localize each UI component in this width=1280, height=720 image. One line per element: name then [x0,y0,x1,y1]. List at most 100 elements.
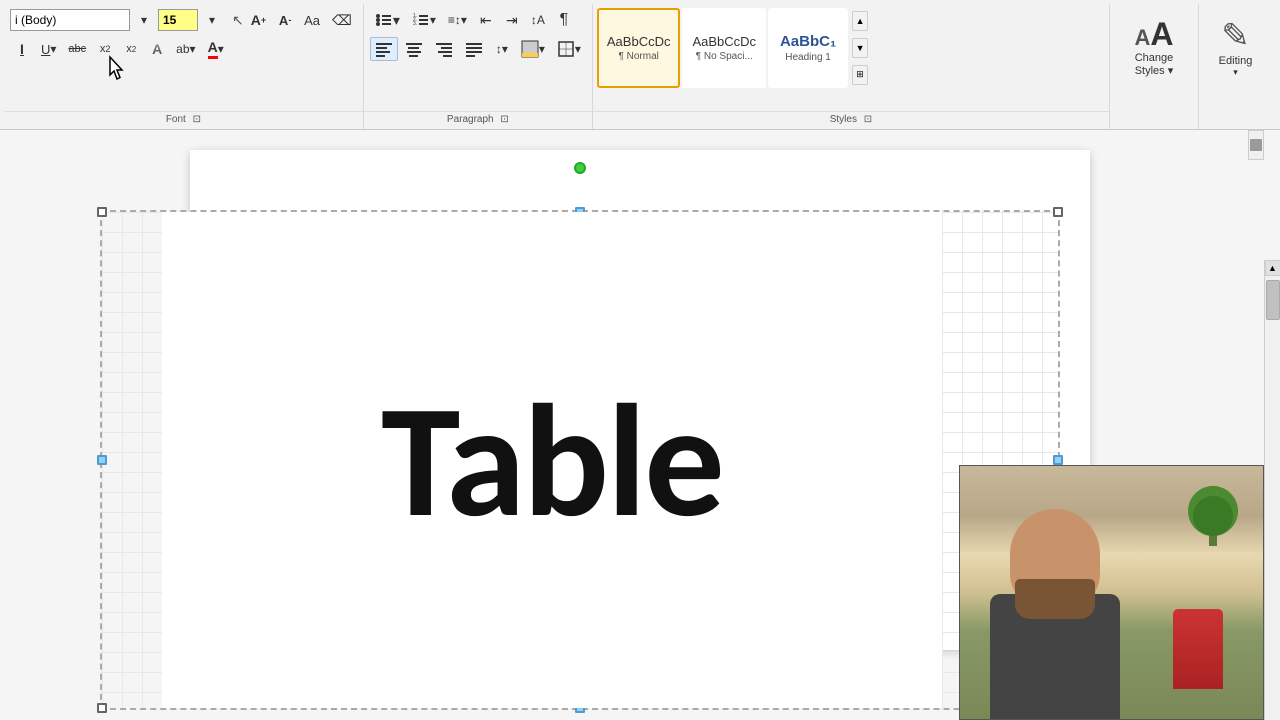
justify-button[interactable] [460,37,488,61]
style-normal[interactable]: AaBbCcDc ¶ Normal [597,8,681,88]
align-left-button[interactable] [370,37,398,61]
highlight-icon: ab [176,42,189,56]
change-styles-icon: AA [1135,18,1174,50]
editing-dropdown-arrow: ▾ [1233,67,1238,78]
highlight-button[interactable]: ab▾ [171,37,200,61]
change-styles-button[interactable]: AA ChangeStyles ▾ [1114,8,1194,88]
increase-indent-button[interactable]: ⇥ [500,8,524,32]
line-spacing-button[interactable]: ↕▾ [490,37,514,61]
style-heading1[interactable]: AaBbC₁ Heading 1 [768,8,848,88]
change-styles-label: ChangeStyles ▾ [1135,52,1174,78]
paragraph-group: ▾ 1. 2. 3. ▾ ≡↕▾ ⇤ ⇥ ↕A ¶ [364,4,593,129]
gallery-scroll-up[interactable]: ▲ [852,11,868,31]
bullets-icon [375,11,393,29]
numbering-icon: 1. 2. 3. [412,11,430,29]
scroll-top-button[interactable] [1248,130,1264,160]
scroll-up-arrow[interactable]: ▲ [1265,260,1280,276]
grow-font-button[interactable]: A+ [246,8,271,32]
borders-button[interactable]: ▾ [552,37,586,61]
style-nospacing-preview: AaBbCcDc [692,34,756,49]
scroll-icon [1249,138,1263,152]
change-styles-area: AA ChangeStyles ▾ [1110,4,1199,129]
align-left-icon [375,40,393,58]
table-heading-text: Table [381,363,723,558]
handle-bottom-left[interactable] [97,703,107,713]
decrease-indent-button[interactable]: ⇤ [474,8,498,32]
paragraph-group-expand[interactable]: ⊡ [500,114,508,125]
person-silhouette [980,499,1140,719]
justify-icon [465,40,483,58]
align-center-icon [405,40,423,58]
font-group-label: Font ⊡ [4,111,363,125]
plant-decoration [1183,486,1243,566]
ribbon-toolbar: i (Body) ▾ 15 ▾ ↖ A+ A- Aa ⌫ I U▾ abc x2 [0,0,1280,130]
svg-text:3.: 3. [413,21,417,27]
editing-icon: ✎ [1221,19,1250,53]
font-color-button[interactable]: A▾ [203,37,229,61]
align-right-button[interactable] [430,37,458,61]
font-row2: I U▾ abc x2 x2 A ab▾ A▾ [10,37,357,61]
multilevel-list-button[interactable]: ≡↕▾ [443,8,472,32]
gallery-expand[interactable]: ⊞ [852,65,868,85]
table-content: Table [162,212,942,708]
underline-button[interactable]: U▾ [36,37,61,61]
rotation-handle[interactable] [574,162,586,174]
style-no-spacing[interactable]: AaBbCcDc ¶ No Spaci... [682,8,766,88]
shrink-font-button[interactable]: A- [273,8,297,32]
strikethrough-icon: abc [68,43,86,55]
document-area: ▲ ▼ Table [0,130,1280,720]
gallery-scroll-down[interactable]: ▼ [852,38,868,58]
styles-group: AaBbCcDc ¶ Normal AaBbCcDc ¶ No Spaci...… [593,4,1110,129]
style-heading1-label: Heading 1 [785,52,831,63]
handle-top-left[interactable] [97,207,107,217]
font-group-expand[interactable]: ⊡ [193,114,201,125]
para-row1: ▾ 1. 2. 3. ▾ ≡↕▾ ⇤ ⇥ ↕A ¶ [370,8,586,32]
text-effects-button[interactable]: A [145,37,169,61]
underline-icon: U [41,42,50,57]
strikethrough-button[interactable]: abc [63,37,91,61]
red-toy [1173,609,1223,689]
subscript-button[interactable]: x2 [93,37,117,61]
editing-area: ✎ Editing ▾ [1199,4,1276,129]
gallery-scroll: ▲ ▼ ⊞ [852,8,868,88]
bullets-button[interactable]: ▾ [370,8,405,32]
person-beard [1015,579,1095,619]
scroll-thumb[interactable] [1266,280,1280,320]
font-size-dropdown[interactable]: ▾ [200,8,224,32]
style-normal-preview: AaBbCcDc [607,34,671,49]
numbering-button[interactable]: 1. 2. 3. ▾ [407,8,441,32]
bold-button[interactable]: I [10,37,34,61]
borders-icon [557,40,575,58]
font-row1: i (Body) ▾ 15 ▾ ↖ A+ A- Aa ⌫ [10,8,357,32]
clear-formatting-button[interactable]: ⌫ [327,8,357,32]
editing-label: Editing [1219,55,1253,67]
handle-mid-right[interactable] [1053,455,1063,465]
handle-mid-left[interactable] [97,455,107,465]
superscript-button[interactable]: x2 [119,37,143,61]
styles-group-expand[interactable]: ⊡ [864,114,872,125]
style-nospacing-label: ¶ No Spaci... [696,51,753,62]
right-scrollbar[interactable]: ▲ ▼ [1264,260,1280,720]
font-group: i (Body) ▾ 15 ▾ ↖ A+ A- Aa ⌫ I U▾ abc x2 [4,4,364,129]
webcam-overlay [959,465,1264,720]
para-row2: ↕▾ ▾ ▾ [370,37,586,61]
editing-button[interactable]: ✎ Editing ▾ [1203,8,1268,88]
align-right-icon [435,40,453,58]
font-name-input[interactable]: i (Body) [10,9,130,31]
font-color-icon: A [208,39,218,59]
style-normal-label: ¶ Normal [618,51,658,62]
webcam-content [960,466,1263,719]
align-center-button[interactable] [400,37,428,61]
show-marks-button[interactable]: ¶ [552,8,576,32]
font-size-input[interactable]: 15 [158,9,198,31]
shading-icon [521,40,539,58]
document-page: Table [190,150,1090,650]
shading-button[interactable]: ▾ [516,37,550,61]
change-case-button[interactable]: Aa [299,8,325,32]
sort-button[interactable]: ↕A [526,8,550,32]
font-name-dropdown[interactable]: ▾ [132,8,156,32]
handle-top-right[interactable] [1053,207,1063,217]
cursor-position-indicator: ↖ [232,12,244,29]
styles-group-label: Styles ⊡ [593,111,1109,125]
table-container[interactable]: Table [100,210,1060,710]
